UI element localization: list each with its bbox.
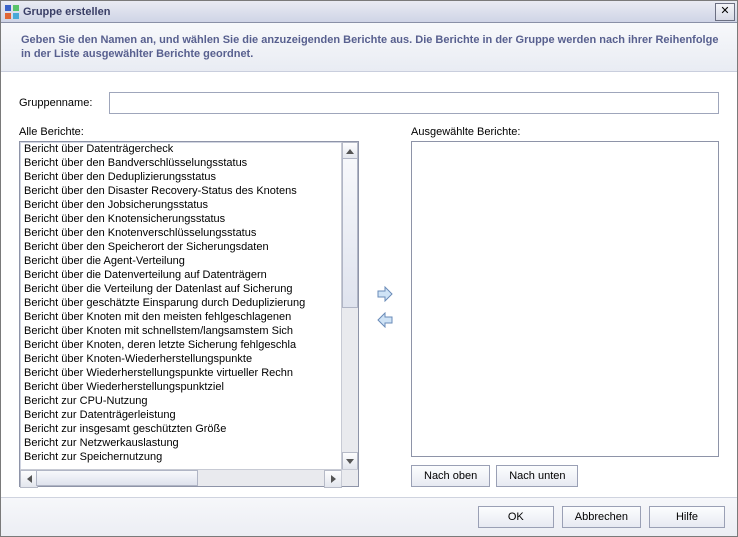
remove-button[interactable] (374, 310, 396, 330)
help-button[interactable]: Hilfe (649, 506, 725, 528)
chevron-down-icon (346, 459, 354, 464)
move-up-button[interactable]: Nach oben (411, 465, 490, 487)
cancel-button[interactable]: Abbrechen (562, 506, 641, 528)
close-button[interactable]: ✕ (715, 3, 735, 21)
list-item[interactable]: Bericht über Knoten-Wiederherstellungspu… (20, 352, 342, 366)
list-item[interactable]: Bericht zur Netzwerkauslastung (20, 436, 342, 450)
dialog-description: Geben Sie den Namen an, und wählen Sie d… (1, 23, 737, 72)
list-item[interactable]: Bericht zur Datenträgerleistung (20, 408, 342, 422)
title-bar: Gruppe erstellen ✕ (1, 1, 737, 23)
columns: Alle Berichte: Bericht über Datenträgerc… (19, 126, 719, 487)
vertical-scrollbar[interactable] (341, 142, 358, 470)
dialog-body: Gruppenname: Alle Berichte: Bericht über… (1, 72, 737, 497)
scroll-down-button[interactable] (342, 452, 358, 470)
horizontal-scroll-track[interactable] (36, 470, 326, 486)
vertical-scroll-track[interactable] (342, 158, 358, 454)
horizontal-scrollbar[interactable] (20, 469, 342, 486)
available-reports-column: Alle Berichte: Bericht über Datenträgerc… (19, 126, 359, 487)
transfer-buttons-column (359, 126, 411, 487)
chevron-left-icon (27, 475, 32, 483)
list-item[interactable]: Bericht über den Speicherort der Sicheru… (20, 240, 342, 254)
horizontal-scroll-thumb[interactable] (36, 470, 198, 486)
list-item[interactable]: Bericht über Knoten mit schnellstem/lang… (20, 324, 342, 338)
chevron-up-icon (346, 149, 354, 154)
scroll-right-button[interactable] (324, 470, 342, 488)
app-icon (5, 5, 19, 19)
list-item[interactable]: Bericht über den Knotensicherungsstatus (20, 212, 342, 226)
move-down-button[interactable]: Nach unten (496, 465, 578, 487)
vertical-scroll-thumb[interactable] (342, 158, 358, 308)
dialog-footer: OK Abbrechen Hilfe (1, 497, 737, 536)
selected-reports-column: Ausgewählte Berichte: Nach oben Nach unt… (411, 126, 719, 487)
add-button[interactable] (374, 284, 396, 304)
list-item[interactable]: Bericht über Knoten mit den meisten fehl… (20, 310, 342, 324)
list-item[interactable]: Bericht über die Datenverteilung auf Dat… (20, 268, 342, 282)
selected-reports-listbox[interactable] (411, 141, 719, 457)
list-item[interactable]: Bericht über Knoten, deren letzte Sicher… (20, 338, 342, 352)
list-item[interactable]: Bericht zur Speichernutzung (20, 450, 342, 464)
selected-reports-label: Ausgewählte Berichte: (411, 126, 719, 138)
group-name-row: Gruppenname: (19, 92, 719, 114)
list-item[interactable]: Bericht über die Agent-Verteilung (20, 254, 342, 268)
order-buttons: Nach oben Nach unten (411, 465, 719, 487)
list-item[interactable]: Bericht zur insgesamt geschützten Größe (20, 422, 342, 436)
ok-button[interactable]: OK (478, 506, 554, 528)
dialog-window: Gruppe erstellen ✕ Geben Sie den Namen a… (0, 0, 738, 537)
arrow-left-icon (376, 312, 394, 328)
list-item[interactable]: Bericht über die Verteilung der Datenlas… (20, 282, 342, 296)
list-item[interactable]: Bericht über den Disaster Recovery-Statu… (20, 184, 342, 198)
group-name-label: Gruppenname: (19, 97, 109, 109)
available-reports-items: Bericht über DatenträgercheckBericht übe… (20, 142, 342, 470)
group-name-input[interactable] (109, 92, 719, 114)
close-icon: ✕ (720, 6, 729, 17)
list-item[interactable]: Bericht über den Knotenverschlüsselungss… (20, 226, 342, 240)
arrow-right-icon (376, 286, 394, 302)
available-reports-listbox[interactable]: Bericht über DatenträgercheckBericht übe… (19, 141, 359, 487)
list-item[interactable]: Bericht über den Deduplizierungsstatus (20, 170, 342, 184)
list-item[interactable]: Bericht über Wiederherstellungspunkte vi… (20, 366, 342, 380)
chevron-right-icon (331, 475, 336, 483)
window-title: Gruppe erstellen (23, 6, 110, 18)
list-item[interactable]: Bericht über Datenträgercheck (20, 142, 342, 156)
available-reports-label: Alle Berichte: (19, 126, 359, 138)
scrollbar-corner (341, 469, 358, 486)
list-item[interactable]: Bericht über geschätzte Einsparung durch… (20, 296, 342, 310)
list-item[interactable]: Bericht über den Bandverschlüsselungssta… (20, 156, 342, 170)
list-item[interactable]: Bericht über Wiederherstellungspunktziel (20, 380, 342, 394)
list-item[interactable]: Bericht zur CPU-Nutzung (20, 394, 342, 408)
list-item[interactable]: Bericht über den Jobsicherungsstatus (20, 198, 342, 212)
